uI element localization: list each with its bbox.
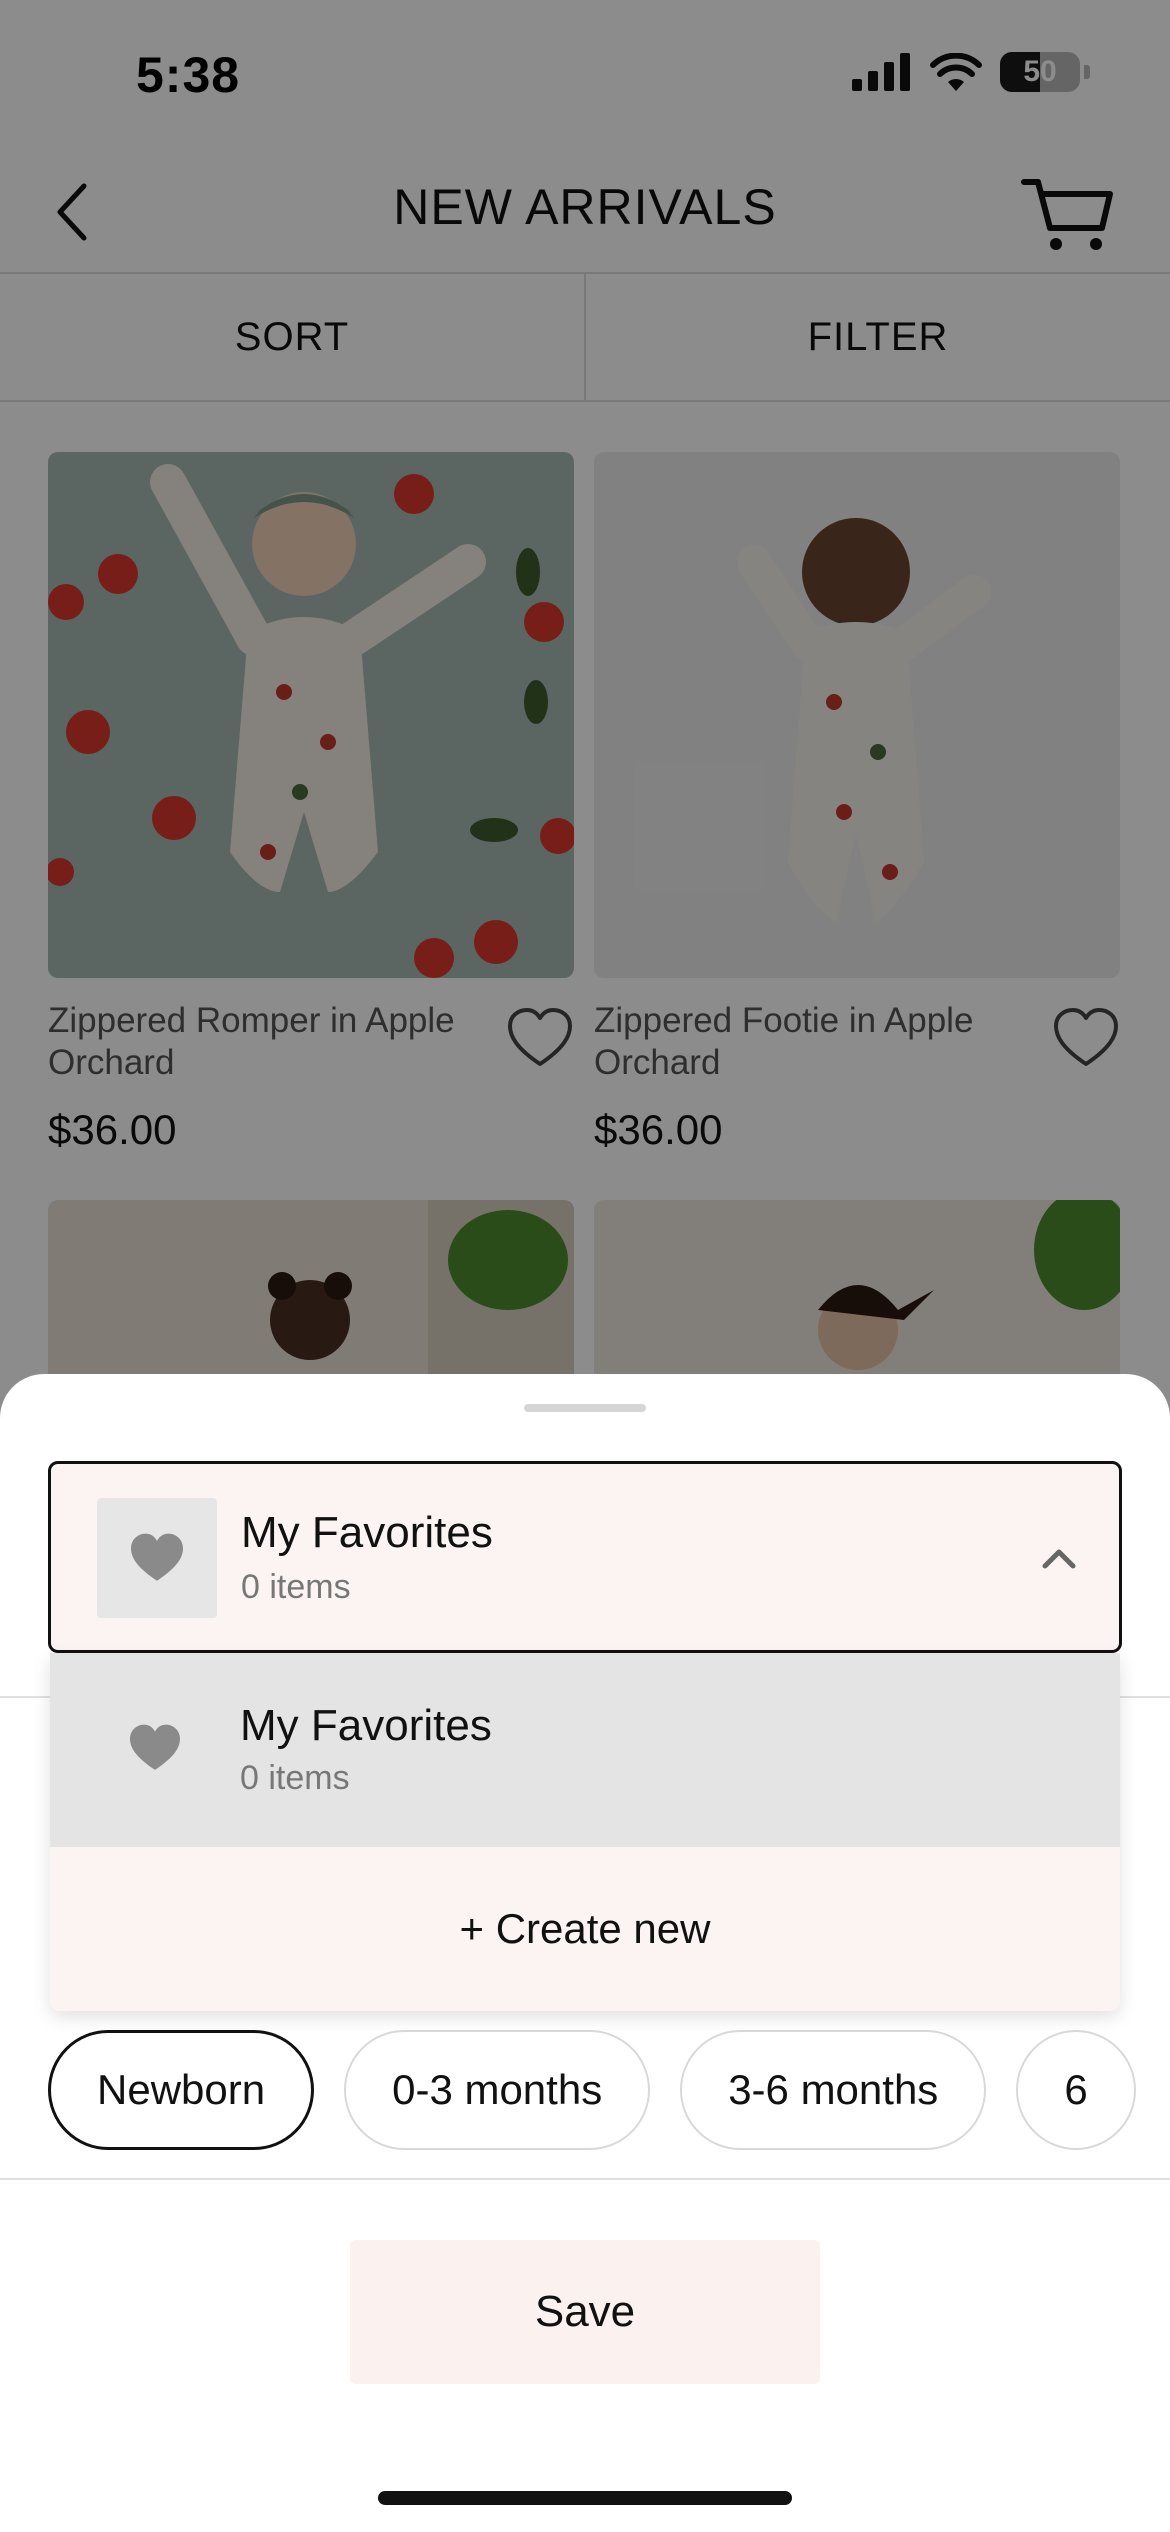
size-options: Newborn 0-3 months 3-6 months 6 bbox=[48, 2030, 1136, 2150]
chevron-up-icon[interactable] bbox=[1039, 1538, 1079, 1578]
heart-filled-icon bbox=[130, 1724, 180, 1770]
size-chip-0-3-months[interactable]: 0-3 months bbox=[344, 2030, 651, 2150]
list-dropdown-menu: My Favorites 0 items + Create new bbox=[50, 1653, 1120, 2011]
heart-filled-icon bbox=[131, 1533, 183, 1581]
list-item-count: 0 items bbox=[241, 1568, 351, 1606]
list-option[interactable]: My Favorites 0 items bbox=[50, 1653, 1120, 1847]
list-option-count: 0 items bbox=[240, 1759, 350, 1797]
size-chip-3-6-months[interactable]: 3-6 months bbox=[680, 2030, 987, 2150]
sheet-grabber[interactable] bbox=[524, 1404, 646, 1412]
create-new-list-button[interactable]: + Create new bbox=[50, 1847, 1120, 2011]
list-thumbnail bbox=[97, 1498, 217, 1618]
save-button[interactable]: Save bbox=[350, 2240, 820, 2384]
divider bbox=[0, 2178, 1170, 2180]
home-indicator[interactable] bbox=[378, 2491, 792, 2505]
size-chip-6[interactable]: 6 bbox=[1016, 2030, 1136, 2150]
list-title: My Favorites bbox=[241, 1508, 493, 1557]
size-chip-newborn[interactable]: Newborn bbox=[48, 2030, 315, 2150]
list-option-title: My Favorites bbox=[240, 1701, 492, 1750]
list-dropdown[interactable]: My Favorites 0 items bbox=[48, 1461, 1122, 1653]
